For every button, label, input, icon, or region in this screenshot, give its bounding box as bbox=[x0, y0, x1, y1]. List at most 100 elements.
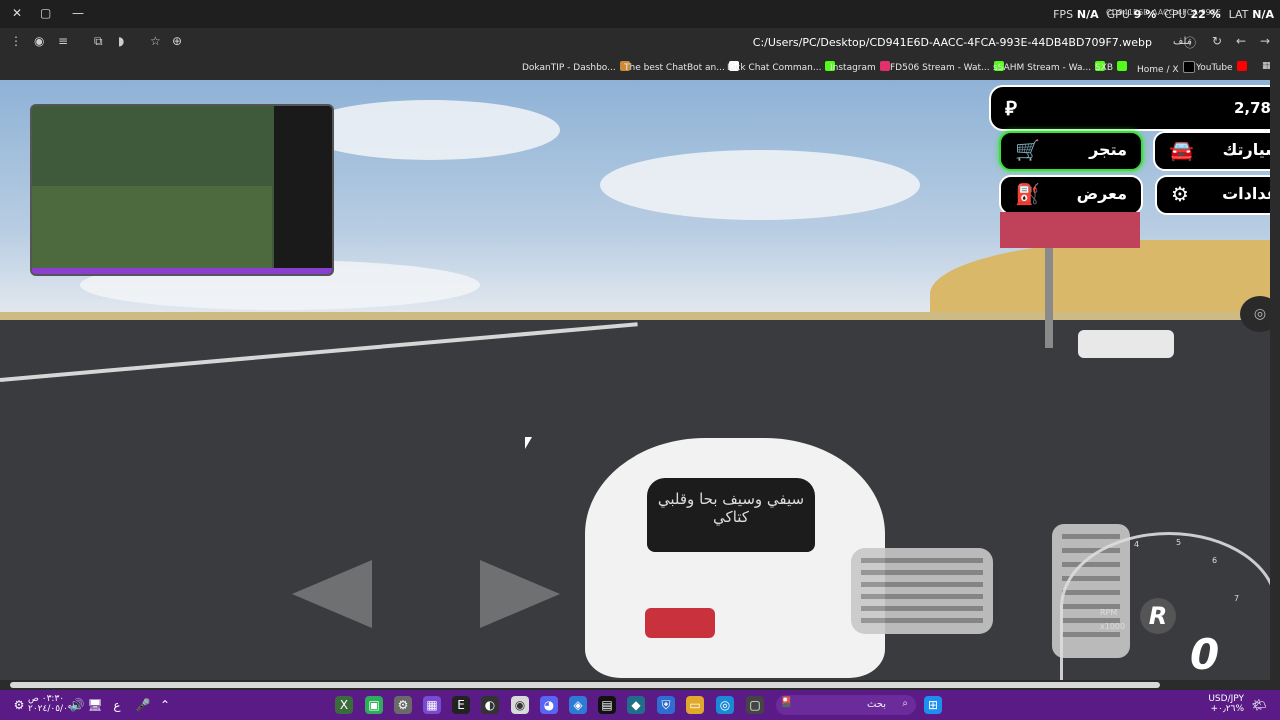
widget-icon[interactable]: 🌤 bbox=[1250, 696, 1268, 714]
app-icon[interactable]: ▣ bbox=[365, 696, 383, 714]
cloud bbox=[600, 150, 920, 220]
favorite-star-icon[interactable]: ☆ bbox=[150, 34, 161, 48]
bookmark-item[interactable]: YouTube bbox=[1196, 61, 1247, 73]
store-app-icon[interactable]: ▦ bbox=[423, 696, 441, 714]
brake-pedal[interactable] bbox=[851, 548, 993, 634]
bookmark-item[interactable]: SXB bbox=[1095, 61, 1128, 73]
money-display: ⃁ 2,78 bbox=[989, 85, 1280, 131]
reading-list-icon[interactable]: ≡ bbox=[58, 34, 68, 48]
bookmark-item[interactable]: Home / X bbox=[1137, 61, 1195, 75]
search-box[interactable]: بحث ⌕ 🎴 bbox=[776, 695, 916, 715]
speed-readout: 0 bbox=[1190, 630, 1220, 679]
chrome-icon[interactable]: ◉ bbox=[511, 696, 529, 714]
showroom-button[interactable]: ⛽ معرض bbox=[999, 175, 1143, 215]
tach-label: 6 bbox=[1212, 556, 1218, 565]
billboard-pole bbox=[1045, 248, 1053, 348]
tail-light bbox=[645, 608, 715, 638]
pickup-truck bbox=[1078, 330, 1174, 358]
lat-value: N/A bbox=[1252, 8, 1274, 21]
stream-preview[interactable] bbox=[30, 104, 334, 276]
start-icon[interactable]: ⊞ bbox=[924, 696, 942, 714]
app-icon[interactable]: ▢ bbox=[746, 696, 764, 714]
forward-icon[interactable]: ← bbox=[1236, 34, 1246, 48]
clock-date: ٢٠٢٤/٠٥/٠٩ bbox=[28, 704, 73, 714]
tach-label: 4 bbox=[1134, 540, 1140, 549]
money-amount: 2,78 bbox=[1233, 99, 1271, 117]
pitch bbox=[32, 186, 272, 274]
extensions-icon[interactable]: ⧉ bbox=[94, 34, 103, 49]
scrollbar-thumb[interactable] bbox=[10, 682, 1160, 688]
app-icon[interactable]: ◐ bbox=[481, 696, 499, 714]
epic-games-icon[interactable]: E bbox=[452, 696, 470, 714]
cpu-value: 22 % bbox=[1190, 8, 1221, 21]
horizontal-scrollbar[interactable] bbox=[0, 680, 1280, 690]
maximize-icon[interactable]: ▢ bbox=[40, 6, 51, 20]
minimize-icon[interactable]: — bbox=[72, 6, 84, 20]
speaker-icon[interactable]: 🔊 bbox=[68, 696, 86, 714]
bookmark-item[interactable]: sSAHM Stream - Wa... bbox=[993, 61, 1106, 73]
refresh-icon[interactable]: ↻ bbox=[1212, 34, 1222, 48]
bookmark-item[interactable]: The best ChatBot an... bbox=[624, 61, 739, 73]
bookmarks-bar: DokanTIP - Dashbo... The best ChatBot an… bbox=[0, 56, 1280, 80]
cart-icon: 🛒 bbox=[1015, 138, 1040, 162]
search-highlight-icon: 🎴 bbox=[780, 697, 793, 708]
search-icon: ⌕ bbox=[902, 698, 908, 709]
discord-icon[interactable]: ◕ bbox=[540, 696, 558, 714]
bookmark-item[interactable]: Instagram bbox=[830, 61, 890, 73]
ticker-change: +٠٫٢٦% bbox=[1210, 704, 1244, 714]
settings-gear-icon[interactable]: ⚙ bbox=[10, 696, 28, 714]
folder-icon[interactable]: ▭ bbox=[686, 696, 704, 714]
menu-icon[interactable]: ⋮ bbox=[10, 34, 22, 48]
fps-label: FPS bbox=[1053, 8, 1074, 21]
billboard bbox=[1000, 212, 1140, 248]
showroom-label: معرض bbox=[1076, 184, 1127, 203]
search-placeholder: بحث bbox=[866, 699, 886, 710]
app-icon[interactable]: ◆ bbox=[627, 696, 645, 714]
car-rear-window: سيفي وسيف بحا وقلبي كتاكي bbox=[647, 478, 815, 552]
steer-right-button[interactable] bbox=[480, 560, 560, 628]
lat-label: LAT bbox=[1228, 8, 1249, 21]
vertical-scrollbar[interactable] bbox=[1270, 80, 1280, 680]
gpu-value: 9 % bbox=[1133, 8, 1157, 21]
zoom-icon[interactable]: ⊕ bbox=[172, 34, 182, 48]
close-icon[interactable]: ✕ bbox=[12, 6, 22, 20]
mouse-cursor-icon bbox=[525, 437, 532, 449]
app-icon[interactable]: ▤ bbox=[598, 696, 616, 714]
store-button[interactable]: 🛒 متجر bbox=[999, 131, 1143, 171]
stream-chat bbox=[274, 106, 332, 274]
profile-icon[interactable]: ◉ bbox=[34, 34, 44, 48]
car-window-text: سيفي وسيف بحا وقلبي كتاكي bbox=[657, 490, 805, 526]
read-aloud-icon[interactable]: ◗ bbox=[118, 34, 124, 48]
bookmark-item[interactable]: FD506 Stream - Wat... bbox=[890, 61, 1004, 73]
edge-icon[interactable]: ◎ bbox=[716, 696, 734, 714]
rpm-scale: x1000 bbox=[1100, 622, 1126, 631]
shield-icon[interactable]: ⛨ bbox=[657, 696, 675, 714]
network-icon[interactable]: 🖥 bbox=[86, 696, 104, 714]
tach-label: 5 bbox=[1176, 538, 1182, 547]
cpu-label: CPU bbox=[1164, 8, 1187, 21]
gear-indicator[interactable]: R bbox=[1140, 598, 1176, 634]
language-icon[interactable]: ع bbox=[108, 696, 126, 714]
store-label: متجر bbox=[1089, 140, 1127, 159]
steer-left-button[interactable] bbox=[292, 560, 372, 628]
car-icon: 🚘 bbox=[1169, 138, 1194, 162]
bookmark-item[interactable]: DokanTIP - Dashbo... bbox=[522, 61, 630, 73]
back-icon[interactable]: → bbox=[1260, 34, 1270, 48]
address-bar[interactable]: C:/Users/PC/Desktop/CD941E6D-AACC-4FCA-9… bbox=[753, 36, 1152, 49]
stock-widget[interactable]: USD/JPY +٠٫٢٦% bbox=[1208, 694, 1244, 714]
clock[interactable]: ٠٣:٣٠ ص ٢٠٢٤/٠٥/٠٩ bbox=[28, 694, 73, 714]
fps-value: N/A bbox=[1076, 8, 1099, 21]
cloud bbox=[300, 100, 560, 160]
app-icon[interactable]: ◈ bbox=[569, 696, 587, 714]
settings-app-icon[interactable]: ⚙ bbox=[394, 696, 412, 714]
my-cars-button[interactable]: 🚘 سيارتك bbox=[1153, 131, 1280, 171]
settings-button[interactable]: ⚙ إعدادات bbox=[1155, 175, 1280, 215]
bookmark-item[interactable]: Kick Chat Comman... bbox=[727, 61, 836, 73]
microphone-icon[interactable]: 🎤 bbox=[134, 696, 152, 714]
excel-icon[interactable]: X bbox=[335, 696, 353, 714]
info-icon[interactable]: ⓘ bbox=[1184, 34, 1196, 51]
riyal-icon: ⃁ bbox=[1005, 96, 1017, 120]
chevron-up-icon[interactable]: ⌃ bbox=[156, 696, 174, 714]
all-bookmarks-icon[interactable]: ▦ bbox=[1262, 61, 1271, 71]
clock-time: ٠٣:٣٠ ص bbox=[28, 694, 65, 704]
